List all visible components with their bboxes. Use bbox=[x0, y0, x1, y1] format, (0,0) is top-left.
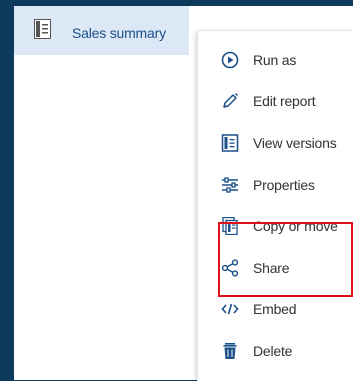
sliders-icon bbox=[222, 177, 238, 193]
menu-item-label: Properties bbox=[253, 177, 315, 193]
menu-item-delete[interactable]: Delete bbox=[198, 331, 353, 371]
menu-item-edit-report[interactable]: Edit report bbox=[198, 81, 353, 121]
annotation-highlight-box bbox=[218, 222, 353, 297]
play-circle-icon bbox=[221, 51, 239, 69]
menu-item-properties[interactable]: Properties bbox=[198, 165, 353, 205]
list-item-sales-summary[interactable]: Sales summary bbox=[14, 6, 189, 55]
menu-item-label: Run as bbox=[253, 52, 297, 68]
menu-item-label: Embed bbox=[253, 301, 297, 317]
menu-item-run-as[interactable]: Run as bbox=[198, 40, 353, 80]
trash-icon bbox=[223, 343, 237, 359]
code-icon bbox=[221, 303, 239, 315]
pencil-icon bbox=[223, 92, 239, 108]
menu-item-view-versions[interactable]: View versions bbox=[198, 123, 353, 163]
menu-item-label: Delete bbox=[253, 343, 293, 359]
context-menu: Run as Edit report View versions Propert… bbox=[197, 30, 353, 381]
menu-item-label: Edit report bbox=[253, 93, 316, 109]
versions-icon bbox=[221, 134, 239, 152]
menu-item-label: View versions bbox=[253, 135, 337, 151]
report-icon bbox=[34, 19, 51, 39]
list-item-label: Sales summary bbox=[72, 25, 166, 41]
